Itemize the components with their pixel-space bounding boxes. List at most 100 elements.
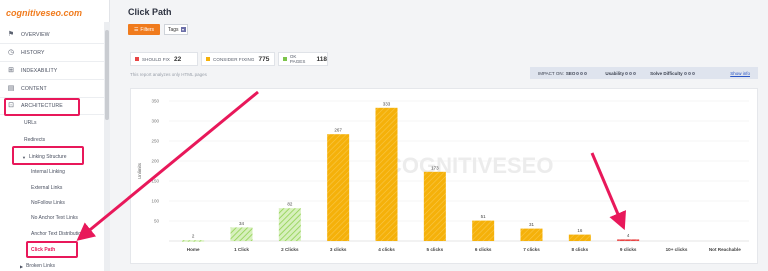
history-icon: ◷ xyxy=(7,48,15,56)
chart-bar-value-label: 173 xyxy=(431,165,439,170)
sidebar-item-nofollow-links[interactable]: NoFollow Links xyxy=(31,200,65,206)
page-title: Click Path xyxy=(128,7,172,17)
stat-value: 118 xyxy=(316,55,328,63)
report-note: This report analyzes only HTML pages xyxy=(130,72,207,77)
sidebar-item-label: CONTENT xyxy=(21,85,47,92)
chart-x-tick-label: 2 Clicks xyxy=(281,247,299,252)
chart-x-tick-label: 4 clicks xyxy=(378,247,395,252)
tags-dropdown[interactable]: Tags ▾ xyxy=(164,24,188,35)
status-dot xyxy=(206,57,210,61)
impact-label: IMPACT ON: xyxy=(538,70,564,76)
chart-x-tick-label: Home xyxy=(187,247,200,252)
sidebar-item-label: OVERVIEW xyxy=(21,31,50,38)
stat-value: 775 xyxy=(258,55,270,63)
click-path-chart-card: COGNITIVESEO Unlimits 50 100 150 200 250 300 3… xyxy=(130,88,758,264)
click-path-highlight-box xyxy=(26,241,78,258)
chart-y-tick-label: 250 xyxy=(151,139,159,144)
linking-structure-highlight-box xyxy=(12,146,84,165)
chart-x-tick-label: 8 clicks xyxy=(572,247,589,252)
status-dot xyxy=(283,57,287,61)
filters-label: Filters xyxy=(140,26,155,33)
sidebar-item-label: Broken Links xyxy=(26,263,55,269)
sidebar-item-external-links[interactable]: External Links xyxy=(31,185,62,191)
impact-solve-label: Solve Difficulty xyxy=(650,70,683,76)
chart-y-tick-label: 200 xyxy=(151,159,159,164)
chart-y-tick-label: 150 xyxy=(151,179,159,184)
filter-icon: ☰ xyxy=(133,26,139,33)
flag-icon: ⚑ xyxy=(7,30,15,38)
chart-bar-value-label: 82 xyxy=(287,202,293,207)
chart-bar-value-label: 34 xyxy=(239,221,245,226)
chart-bar-value-label: 267 xyxy=(334,128,342,133)
rating-circle-icon xyxy=(683,71,687,75)
rating-circle-icon xyxy=(629,71,633,75)
chart-bar-value-label: 4 xyxy=(627,233,630,238)
chart-x-tick-label: Not Reachable xyxy=(709,247,741,252)
caret-right-icon: ▶ xyxy=(20,263,24,269)
chart-bar-value-label: 16 xyxy=(577,228,583,233)
show-info-link[interactable]: Show info xyxy=(730,71,750,76)
chart-bar[interactable] xyxy=(278,208,301,241)
main-content: Click Path ☰ Filters Tags ▾ SHOULD FIX 2… xyxy=(110,0,768,271)
chart-bar[interactable] xyxy=(617,239,640,241)
stat-consider-fixing[interactable]: CONSIDER FIXING 775 xyxy=(201,52,275,66)
chart-bar[interactable] xyxy=(327,134,350,241)
impact-usability-label: Usability xyxy=(605,70,625,76)
sidebar-item-content[interactable]: ▤ CONTENT xyxy=(0,80,104,98)
chart-y-tick-label: 100 xyxy=(151,199,159,204)
rating-circle-icon xyxy=(625,71,629,75)
chart-x-tick-label: 1 Click xyxy=(234,247,249,252)
stat-ok-pages[interactable]: OK PAGES 118 xyxy=(278,52,328,66)
status-dot xyxy=(135,57,139,61)
rating-circle-icon xyxy=(584,71,588,75)
stat-should-fix[interactable]: SHOULD FIX 22 xyxy=(130,52,198,66)
tags-label: Tags xyxy=(168,26,179,33)
chart-watermark: COGNITIVESEO xyxy=(386,153,553,178)
chart-bar[interactable] xyxy=(230,227,253,241)
stat-label: CONSIDER FIXING xyxy=(213,56,255,62)
stat-label: SHOULD FIX xyxy=(142,56,171,62)
chevron-down-icon: ▾ xyxy=(180,27,186,32)
chart-x-tick-label: 10+ clicks xyxy=(666,247,688,252)
sidebar-item-broken-links[interactable]: ▶ Broken Links xyxy=(20,263,55,269)
rating-circle-icon xyxy=(687,71,691,75)
sidebar-item-history[interactable]: ◷ HISTORY xyxy=(0,44,104,62)
chart-bar[interactable] xyxy=(568,234,591,241)
chart-y-tick-label: 50 xyxy=(154,219,160,224)
indexability-icon: ⊞ xyxy=(8,66,14,74)
rating-circle-icon xyxy=(576,71,580,75)
chart-bar-value-label: 31 xyxy=(529,222,535,227)
chart-bar[interactable] xyxy=(423,171,446,241)
rating-circle-icon xyxy=(691,71,695,75)
architecture-highlight-box xyxy=(4,98,80,116)
stat-value: 22 xyxy=(174,55,182,63)
chart-x-tick-label: 3 clicks xyxy=(330,247,347,252)
sidebar-scrollbar-thumb[interactable] xyxy=(105,30,109,120)
impact-bar: IMPACT ON: SEO Usability Solve Difficult… xyxy=(530,67,758,79)
sidebar-item-urls[interactable]: URLs xyxy=(24,120,37,126)
filters-button[interactable]: ☰ Filters xyxy=(128,24,160,35)
brand-logo[interactable]: cognitiveseo.com xyxy=(6,8,82,18)
sidebar-item-no-anchor-text-links[interactable]: No Anchor Text Links xyxy=(31,215,78,221)
sidebar-item-indexability[interactable]: ⊞ INDEXABILITY xyxy=(0,62,104,80)
stat-label: OK PAGES xyxy=(289,54,306,64)
chart-x-tick-label: 5 clicks xyxy=(427,247,444,252)
chart-bar[interactable] xyxy=(375,107,398,241)
chart-bar-value-label: 333 xyxy=(383,101,391,106)
sidebar-item-anchor-text-distribution[interactable]: Anchor Text Distributio xyxy=(31,231,81,237)
sidebar-item-overview[interactable]: ⚑ OVERVIEW xyxy=(0,26,104,44)
rating-circle-icon xyxy=(633,71,637,75)
chart-bar[interactable] xyxy=(182,240,205,242)
sidebar-item-internal-linking[interactable]: Internal Linking xyxy=(31,169,65,175)
chart-bar[interactable] xyxy=(472,220,495,241)
chart-x-tick-label: 7 clicks xyxy=(523,247,540,252)
sidebar-item-redirects[interactable]: Redirects xyxy=(24,137,45,143)
chart-bar[interactable] xyxy=(520,228,543,241)
sidebar: cognitiveseo.com ⚑ OVERVIEW ◷ HISTORY ⊞ … xyxy=(0,0,110,271)
impact-seo-label: SEO xyxy=(565,70,576,76)
chart-y-tick-label: 350 xyxy=(151,99,159,104)
sidebar-item-label: INDEXABILITY xyxy=(21,67,58,74)
sidebar-item-label: HISTORY xyxy=(21,49,45,56)
click-path-chart: COGNITIVESEO Unlimits 50 100 150 200 250 300 3… xyxy=(137,99,749,252)
rating-circle-icon xyxy=(580,71,584,75)
